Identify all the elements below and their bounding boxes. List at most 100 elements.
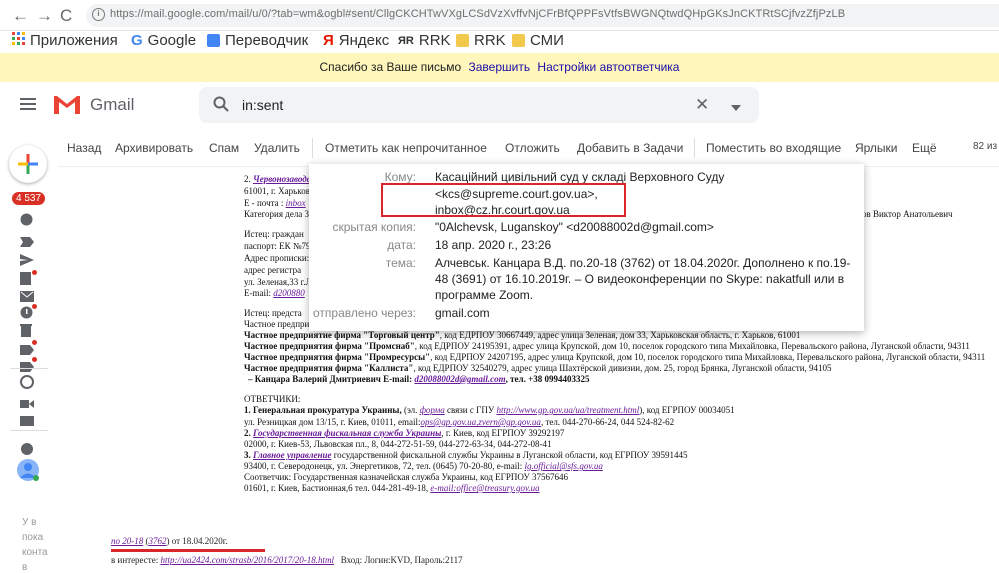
doc-line: Частное предприятие фирма "Торговый цент… xyxy=(244,330,801,340)
doc-footer-line: в интересте: http://ua2424.com/strasb/20… xyxy=(111,555,463,565)
spam-button[interactable]: Спам xyxy=(209,141,239,155)
folder-icon xyxy=(512,34,525,47)
doc-line: 93400, г. Северодонецк, ул. Энергетиков,… xyxy=(244,461,603,471)
bookmark-yandex[interactable]: Я Яндекс xyxy=(323,32,389,49)
doc-line: 2. Червонозаводс xyxy=(244,174,311,184)
site-info-icon[interactable]: i xyxy=(92,8,105,21)
doc-line: Адрес прописки: xyxy=(244,253,310,263)
doc-line: ОТВЕТЧИКИ: xyxy=(244,394,301,404)
doc-footer-line: по 20-18 (3762) от 18.04.2020г. xyxy=(111,536,228,546)
doc-line: E-mail: d200880 xyxy=(244,288,305,298)
keyboard-icon[interactable] xyxy=(20,413,35,426)
main-menu-icon[interactable] xyxy=(20,98,36,113)
bookmark-rrk-2[interactable]: RRK xyxy=(456,32,506,49)
labels-button[interactable]: Ярлыки xyxy=(855,141,898,155)
bookmark-label: Приложения xyxy=(30,32,118,49)
yandex-icon: Я xyxy=(323,32,334,49)
search-icon[interactable] xyxy=(213,96,229,117)
back-button[interactable]: Назад xyxy=(67,141,101,155)
bookmark-label: RRK xyxy=(418,32,451,49)
search-options-icon[interactable] xyxy=(731,98,741,116)
clear-search-icon[interactable]: ✕ xyxy=(695,95,709,115)
side-status-text: У в пока конта в xyxy=(22,517,48,573)
date-label: дата: xyxy=(387,238,416,252)
doc-line: 01601, г. Киев, Бастионная,6 тел. 044-28… xyxy=(244,483,540,493)
doc-line: 1. Генеральная прокуратура Украины, (эл.… xyxy=(244,405,735,415)
more-button[interactable]: Ещё xyxy=(912,141,937,155)
subject-line3: программе Zoom. xyxy=(435,288,534,302)
bookmark-smi[interactable]: СМИ xyxy=(512,32,564,49)
send-icon[interactable] xyxy=(20,253,35,266)
to-value-line1: Касаційний цивільний суд у складі Верхов… xyxy=(435,170,725,184)
doc-line: Е - почта : inbox xyxy=(244,198,306,208)
trash-icon[interactable] xyxy=(20,324,35,337)
url-text[interactable]: https://mail.google.com/mail/u/0/?tab=wm… xyxy=(110,8,845,20)
back-arrow-icon[interactable]: ← xyxy=(12,6,29,26)
bookmark-label: RRK xyxy=(474,32,506,49)
red-underline-annotation xyxy=(111,549,265,552)
doc-line: ул. Зеленая,33 г.Л xyxy=(244,277,312,287)
mark-unread-button[interactable]: Отметить как непрочитанное xyxy=(325,141,487,155)
avatar[interactable] xyxy=(17,459,39,486)
doc-line: – Канцара Валерий Дмитриевич E-mail: d20… xyxy=(248,374,590,384)
label-important-icon[interactable] xyxy=(20,234,35,247)
bookmark-label: Google xyxy=(147,32,197,49)
doc-line: Частное предприя xyxy=(244,319,314,329)
move-to-inbox-button[interactable]: Поместить во входящие xyxy=(706,141,841,155)
message-count: 82 из xyxy=(973,141,998,152)
doc-line: Истец: предста xyxy=(244,308,302,318)
bookmark-rrk-1[interactable]: ЯR RRK xyxy=(398,32,451,49)
doc-line: 61001, г. Харьков xyxy=(244,186,310,196)
bcc-value: "0Alchevsk, Luganskoy" <d20088002d@gmail… xyxy=(435,220,714,234)
left-rail: 4 537 У в пока конта в xyxy=(0,130,58,573)
date-value: 18 апр. 2020 г., 23:26 xyxy=(435,238,552,252)
doc-line: 3. Главное управление государственной фи… xyxy=(244,450,688,460)
add-to-tasks-button[interactable]: Добавить в Задачи xyxy=(577,141,683,155)
reload-icon[interactable]: C xyxy=(60,6,72,26)
chat-icon[interactable] xyxy=(20,442,35,455)
to-label: Кому: xyxy=(384,170,416,184)
doc-line: ул. Резницкая дом 13/15, г. Киев, 01011,… xyxy=(244,417,675,427)
bookmarks-bar: Приложения G Google Переводчик Я Яндекс … xyxy=(0,31,999,53)
bookmark-google[interactable]: G Google xyxy=(131,32,196,49)
search-input[interactable]: in:sent xyxy=(242,97,283,113)
subject-line1: Алчевськ. Канцара В.Д. по.20-18 (3762) о… xyxy=(435,256,851,270)
video-camera-icon[interactable] xyxy=(20,396,35,409)
banner-text: Спасибо за Ваше письмо xyxy=(319,60,462,74)
app-name: Gmail xyxy=(90,95,135,114)
compose-button[interactable] xyxy=(9,145,47,183)
hangouts-icon[interactable] xyxy=(20,375,35,389)
via-label: отправлено через: xyxy=(312,306,416,320)
snooze-button[interactable]: Отложить xyxy=(505,141,560,155)
red-highlight-box xyxy=(381,183,626,217)
subject-line2: 48 (3691) от 16.10.2019г. – О видеоконфе… xyxy=(435,272,845,286)
vacation-settings-link[interactable]: Настройки автоответчика xyxy=(537,60,679,74)
clock-icon[interactable] xyxy=(20,213,35,226)
gmail-header: Gmail in:sent ✕ xyxy=(0,82,999,130)
bookmark-label: Переводчик xyxy=(225,32,309,49)
forward-arrow-icon[interactable]: → xyxy=(36,6,53,26)
doc-line: Категория дела 3 xyxy=(244,209,310,219)
mail-icon[interactable] xyxy=(20,289,35,302)
delete-button[interactable]: Удалить xyxy=(254,141,300,155)
doc-line: Частное предприятия фирма "Промресурсы",… xyxy=(244,352,986,362)
gmail-logo-icon[interactable] xyxy=(52,93,82,121)
bookmark-label: СМИ xyxy=(530,32,564,49)
doc-line: адрес регистра xyxy=(244,265,302,275)
bookmark-apps[interactable]: Приложения xyxy=(12,32,118,49)
doc-line: Соответчик: Государственная казначейская… xyxy=(244,472,568,482)
doc-line: 02000, г. Киев-53, Львовская пл., 8, 044… xyxy=(244,439,552,449)
archive-button[interactable]: Архивировать xyxy=(115,141,193,155)
folder-icon xyxy=(456,34,469,47)
doc-line: Частное предприятия фирма "Каллиста", ко… xyxy=(244,363,832,373)
apps-grid-icon xyxy=(12,32,25,49)
doc-line: Частное предприятия фирма "Промснаб", ко… xyxy=(244,341,970,351)
bookmark-translate[interactable]: Переводчик xyxy=(207,32,308,49)
end-vacation-link[interactable]: Завершить xyxy=(468,60,530,74)
subject-label: тема: xyxy=(385,256,416,270)
search-bar[interactable]: in:sent ✕ xyxy=(199,87,759,123)
rrk-icon: ЯR xyxy=(398,34,414,47)
via-value: gmail.com xyxy=(435,306,490,320)
doc-line: Истец: граждан xyxy=(244,229,304,239)
bcc-label: скрытая копия: xyxy=(332,220,416,234)
